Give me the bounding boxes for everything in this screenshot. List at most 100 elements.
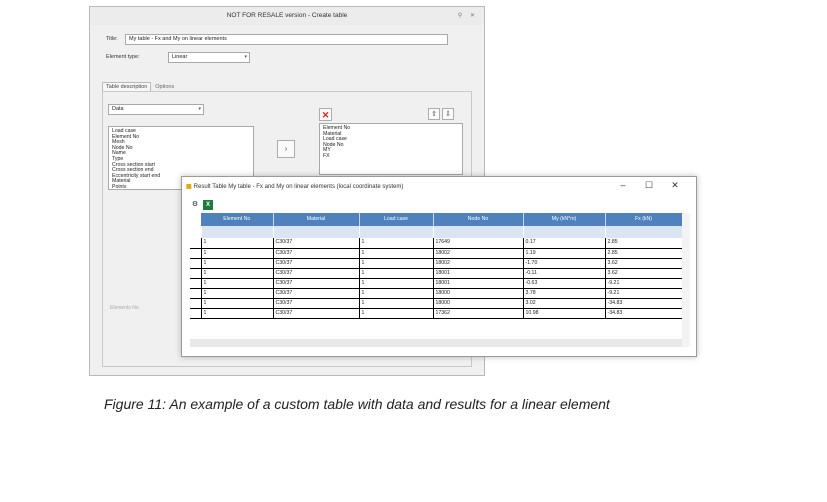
selected-items-list[interactable]: Element No Material Load case Node No MY FX <box>319 123 463 175</box>
table-cell[interactable]: -9.21 <box>605 288 683 299</box>
element-type-select[interactable]: Linear ▾ <box>168 52 250 63</box>
table-cell[interactable]: -34.83 <box>605 298 683 309</box>
table-cell[interactable]: 1 <box>201 248 274 259</box>
table-cell[interactable]: C30/37 <box>273 248 360 259</box>
element-type-value: Linear <box>172 54 188 60</box>
table-cell[interactable]: 3.78 <box>523 288 606 299</box>
table-cell[interactable]: 1 <box>359 268 434 279</box>
table-cell[interactable]: C30/37 <box>273 278 360 289</box>
table-row[interactable]: 1 C30/37 1 17362 10.98 -34.83 <box>190 308 683 319</box>
table-cell[interactable]: 17649 <box>433 238 524 249</box>
table-row[interactable]: 1 C30/37 1 17649 0.17 2.85 <box>190 238 683 249</box>
row-header[interactable] <box>190 288 202 299</box>
category-select[interactable]: Data ▾ <box>108 104 204 115</box>
result-grid: Element No Material Load case Node No My… <box>190 213 690 347</box>
result-table-window: ▦ Result Table My table - Fx and My on li… <box>181 176 697 357</box>
table-cell[interactable]: 3.62 <box>605 258 683 269</box>
table-cell[interactable]: 1 <box>201 238 274 249</box>
minimize-button[interactable]: – <box>610 180 636 190</box>
vertical-scrollbar[interactable] <box>682 213 690 347</box>
table-cell[interactable]: 1 <box>359 278 434 289</box>
table-cell[interactable]: 18001 <box>433 278 524 289</box>
table-cell[interactable]: C30/37 <box>273 288 360 299</box>
figure-caption: Figure 11: An example of a custom table … <box>104 396 610 412</box>
table-cell[interactable]: 18002 <box>433 248 524 259</box>
table-row[interactable]: 1 C30/37 1 18001 -0.11 3.62 <box>190 268 683 279</box>
element-type-label: Element type: <box>106 54 140 60</box>
table-cell[interactable]: -0.63 <box>523 278 606 289</box>
row-header[interactable] <box>190 308 202 319</box>
table-cell[interactable]: -0.11 <box>523 268 606 279</box>
result-title-text: Result Table My table - Fx and My on lin… <box>193 184 404 190</box>
table-cell[interactable]: 1 <box>359 298 434 309</box>
row-header[interactable] <box>190 278 202 289</box>
list-item[interactable]: FX <box>323 153 459 160</box>
close-button[interactable]: ✕ <box>662 180 688 191</box>
table-cell[interactable]: 1 <box>201 278 274 289</box>
table-cell[interactable]: C30/37 <box>273 258 360 269</box>
table-cell[interactable]: C30/37 <box>273 238 360 249</box>
column-header[interactable]: Material <box>273 213 360 226</box>
chevron-down-icon: ▾ <box>244 54 247 60</box>
dialog-title: NOT FOR RESALE version - Create table <box>90 7 484 25</box>
table-cell[interactable]: 1 <box>359 308 434 319</box>
table-cell[interactable]: 2.85 <box>605 248 683 259</box>
result-window-title: ▦ Result Table My table - Fx and My on li… <box>186 183 403 190</box>
table-cell[interactable]: 18000 <box>433 288 524 299</box>
options-icon[interactable]: ⚙ <box>190 200 200 210</box>
table-cell[interactable]: -1.70 <box>523 258 606 269</box>
table-cell[interactable]: 3.62 <box>605 268 683 279</box>
row-header[interactable] <box>190 298 202 309</box>
horizontal-scrollbar[interactable] <box>190 339 682 347</box>
table-cell[interactable]: 1.19 <box>523 248 606 259</box>
table-row[interactable]: 1 C30/37 1 18002 -1.70 3.62 <box>190 258 683 269</box>
column-header[interactable]: Load case <box>359 213 434 226</box>
table-cell[interactable]: 0.17 <box>523 238 606 249</box>
table-cell[interactable]: 18001 <box>433 268 524 279</box>
result-table: Element No Material Load case Node No My… <box>190 213 683 319</box>
table-cell[interactable]: 2.85 <box>605 238 683 249</box>
title-input[interactable]: My table - Fx and My on linear elements <box>125 34 448 45</box>
column-header[interactable]: My (kN*m) <box>523 213 606 226</box>
table-cell[interactable]: 1 <box>359 288 434 299</box>
table-cell[interactable]: 1 <box>359 248 434 259</box>
table-cell[interactable]: 1 <box>201 308 274 319</box>
table-cell[interactable]: 1 <box>359 258 434 269</box>
column-header[interactable]: Fx (kN) <box>605 213 683 226</box>
table-row[interactable]: 1 C30/37 1 18002 1.19 2.85 <box>190 248 683 259</box>
table-cell[interactable]: 1 <box>359 238 434 249</box>
maximize-button[interactable]: ☐ <box>636 180 662 191</box>
faint-footer-label: Elements No <box>110 305 139 311</box>
move-up-button[interactable]: ⇧ <box>428 108 440 120</box>
table-cell[interactable]: -9.21 <box>605 278 683 289</box>
row-header[interactable] <box>190 268 202 279</box>
table-cell[interactable]: 3.02 <box>523 298 606 309</box>
result-window-controls: – ☐ ✕ <box>610 180 688 191</box>
move-down-button[interactable]: ⇩ <box>442 108 454 120</box>
table-cell[interactable]: 10.98 <box>523 308 606 319</box>
delete-item-button[interactable]: ✕ <box>319 108 332 121</box>
table-cell[interactable]: 1 <box>201 258 274 269</box>
row-header[interactable] <box>190 248 202 259</box>
table-cell[interactable]: C30/37 <box>273 298 360 309</box>
table-cell[interactable]: C30/37 <box>273 268 360 279</box>
table-row[interactable]: 1 C30/37 1 18001 -0.63 -9.21 <box>190 278 683 289</box>
table-cell[interactable]: 17362 <box>433 308 524 319</box>
table-cell[interactable]: 1 <box>201 268 274 279</box>
table-cell[interactable]: 1 <box>201 298 274 309</box>
table-cell[interactable]: 18000 <box>433 298 524 309</box>
column-header[interactable]: Element No <box>201 213 274 226</box>
column-header[interactable]: Node No <box>433 213 524 226</box>
row-header[interactable] <box>190 258 202 269</box>
dialog-window-controls[interactable]: ⚲ ✕ <box>458 12 478 19</box>
add-item-button[interactable]: › <box>277 140 295 158</box>
table-row[interactable]: 1 C30/37 1 18000 3.78 -9.21 <box>190 288 683 299</box>
table-cell[interactable]: C30/37 <box>273 308 360 319</box>
chevron-down-icon: ▾ <box>198 106 201 112</box>
excel-export-icon[interactable]: X <box>203 200 213 210</box>
table-row[interactable]: 1 C30/37 1 18000 3.02 -34.83 <box>190 298 683 309</box>
row-header[interactable] <box>190 238 202 249</box>
table-cell[interactable]: 18002 <box>433 258 524 269</box>
table-cell[interactable]: -34.83 <box>605 308 683 319</box>
table-cell[interactable]: 1 <box>201 288 274 299</box>
